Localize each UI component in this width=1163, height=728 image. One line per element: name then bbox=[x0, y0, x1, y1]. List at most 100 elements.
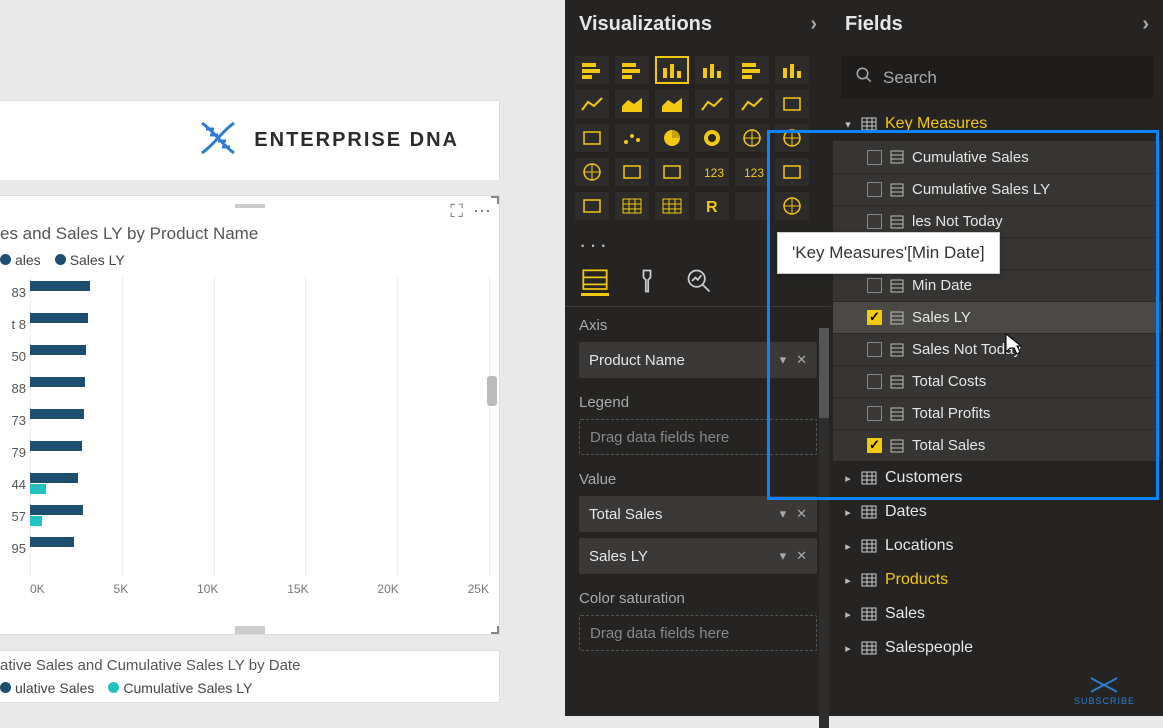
axis-well[interactable]: Product Name ▾✕ bbox=[579, 342, 817, 378]
viz-type-card[interactable]: 123 bbox=[695, 158, 729, 186]
bar[interactable] bbox=[30, 505, 83, 515]
viz-type-clustered-bar[interactable] bbox=[615, 56, 649, 84]
checkbox[interactable] bbox=[867, 342, 882, 357]
viz-type-treemap[interactable] bbox=[735, 124, 769, 152]
table-key-measures[interactable]: ▾Key Measures bbox=[833, 107, 1161, 141]
viz-type-line[interactable] bbox=[575, 90, 609, 118]
field-cumulative-sales[interactable]: Cumulative Sales bbox=[833, 141, 1161, 173]
field-sales-not-today[interactable]: Sales Not Today bbox=[833, 333, 1161, 365]
table-icon bbox=[861, 471, 877, 485]
viz-type-funnel[interactable] bbox=[615, 158, 649, 186]
bar[interactable] bbox=[30, 313, 88, 323]
viz-type-arcgis[interactable] bbox=[775, 192, 809, 220]
triangle-right-icon: ▸ bbox=[843, 642, 853, 655]
viz-type-scatter[interactable] bbox=[615, 124, 649, 152]
checkbox[interactable] bbox=[867, 182, 882, 197]
chevron-down-icon[interactable]: ▾ bbox=[780, 548, 787, 564]
bar[interactable] bbox=[30, 473, 78, 483]
viz-type-100-column[interactable] bbox=[775, 56, 809, 84]
remove-icon[interactable]: ✕ bbox=[796, 506, 807, 522]
bar[interactable] bbox=[30, 537, 74, 547]
table-sales[interactable]: ▸Sales bbox=[833, 597, 1161, 631]
scrollbar-thumb[interactable] bbox=[819, 328, 829, 418]
secondary-chart-visual[interactable]: ative Sales and Cumulative Sales LY by D… bbox=[0, 650, 500, 703]
chart-visual[interactable]: ⛶ ⋯ es and Sales LY by Product Name ales… bbox=[0, 195, 500, 635]
viz-type-stacked-column[interactable] bbox=[695, 56, 729, 84]
bar[interactable] bbox=[30, 484, 46, 494]
viz-type-line-clustered[interactable] bbox=[695, 90, 729, 118]
bar[interactable] bbox=[30, 345, 86, 355]
viz-type-stacked-bar[interactable] bbox=[575, 56, 609, 84]
viz-type-slicer[interactable] bbox=[575, 192, 609, 220]
more-options-icon[interactable]: ⋯ bbox=[473, 201, 491, 222]
format-tab-icon[interactable] bbox=[633, 272, 661, 296]
value-well-item[interactable]: Sales LY ▾✕ bbox=[579, 538, 817, 574]
search-input[interactable]: Search bbox=[841, 56, 1153, 99]
color-saturation-well[interactable]: Drag data fields here bbox=[579, 615, 817, 651]
checkbox[interactable] bbox=[867, 214, 882, 229]
checkbox[interactable] bbox=[867, 278, 882, 293]
viz-type-r-visual[interactable]: R bbox=[695, 192, 729, 220]
viz-type-map[interactable] bbox=[775, 124, 809, 152]
viz-type-line-stacked[interactable] bbox=[735, 90, 769, 118]
checkbox[interactable] bbox=[867, 310, 882, 325]
field-total-sales[interactable]: Total Sales bbox=[833, 429, 1161, 461]
table-locations[interactable]: ▸Locations bbox=[833, 529, 1161, 563]
analytics-tab-icon[interactable] bbox=[685, 272, 713, 296]
chevron-down-icon[interactable]: ▾ bbox=[780, 352, 787, 368]
chevron-right-icon[interactable]: › bbox=[1142, 13, 1149, 36]
viz-type-ribbon[interactable] bbox=[775, 90, 809, 118]
remove-icon[interactable]: ✕ bbox=[796, 352, 807, 368]
remove-icon[interactable]: ✕ bbox=[796, 548, 807, 564]
viz-type-multi-card[interactable]: 123 bbox=[735, 158, 769, 186]
focus-mode-icon[interactable]: ⛶ bbox=[450, 201, 463, 222]
category-label: 79 bbox=[0, 445, 30, 460]
viz-type-kpi[interactable] bbox=[775, 158, 809, 186]
measure-icon bbox=[890, 407, 904, 421]
table-products[interactable]: ▸Products bbox=[833, 563, 1161, 597]
checkbox[interactable] bbox=[867, 150, 882, 165]
bar[interactable] bbox=[30, 516, 42, 526]
field-total-costs[interactable]: Total Costs bbox=[833, 365, 1161, 397]
field-cumulative-sales-ly[interactable]: Cumulative Sales LY bbox=[833, 173, 1161, 205]
svg-text:123: 123 bbox=[704, 166, 724, 180]
bar[interactable] bbox=[30, 441, 82, 451]
viz-type-matrix[interactable] bbox=[655, 192, 689, 220]
resize-handle-se[interactable] bbox=[491, 626, 499, 634]
tooltip: 'Key Measures'[Min Date] bbox=[777, 232, 1000, 274]
checkbox[interactable] bbox=[867, 406, 882, 421]
viz-type-stacked-area[interactable] bbox=[655, 90, 689, 118]
report-canvas: ENTERPRISE DNA ⛶ ⋯ es and Sales LY by Pr… bbox=[0, 0, 560, 716]
drag-handle-icon[interactable] bbox=[235, 204, 265, 208]
viz-type-clustered-column-sel[interactable] bbox=[655, 56, 689, 84]
scrollbar-track[interactable] bbox=[819, 328, 829, 728]
viz-type-pie[interactable] bbox=[655, 124, 689, 152]
scrollbar-thumb[interactable] bbox=[487, 376, 497, 406]
field-total-profits[interactable]: Total Profits bbox=[833, 397, 1161, 429]
bar-row: 73 bbox=[0, 404, 499, 436]
scrollbar-thumb-horizontal[interactable] bbox=[235, 626, 265, 634]
table-salespeople[interactable]: ▸Salespeople bbox=[833, 631, 1161, 665]
checkbox[interactable] bbox=[867, 438, 882, 453]
table-customers[interactable]: ▸Customers bbox=[833, 461, 1161, 495]
bar[interactable] bbox=[30, 281, 90, 291]
chevron-down-icon[interactable]: ▾ bbox=[780, 506, 787, 522]
viz-type-donut[interactable] bbox=[695, 124, 729, 152]
field-sales-ly[interactable]: Sales LY bbox=[833, 301, 1161, 333]
chevron-right-icon[interactable]: › bbox=[810, 13, 817, 36]
viz-type-gauge[interactable] bbox=[655, 158, 689, 186]
viz-type-area[interactable] bbox=[615, 90, 649, 118]
viz-type-100-bar[interactable] bbox=[735, 56, 769, 84]
checkbox[interactable] bbox=[867, 374, 882, 389]
table-dates[interactable]: ▸Dates bbox=[833, 495, 1161, 529]
fields-tab-icon[interactable] bbox=[581, 272, 609, 296]
bar[interactable] bbox=[30, 377, 85, 387]
legend-well[interactable]: Drag data fields here bbox=[579, 419, 817, 455]
legend-dot-icon bbox=[0, 682, 11, 693]
viz-type-waterfall[interactable] bbox=[575, 124, 609, 152]
viz-type-table[interactable] bbox=[615, 192, 649, 220]
viz-type-filled-map[interactable] bbox=[575, 158, 609, 186]
value-well-item[interactable]: Total Sales ▾✕ bbox=[579, 496, 817, 532]
resize-handle-ne[interactable] bbox=[491, 196, 499, 204]
bar[interactable] bbox=[30, 409, 84, 419]
